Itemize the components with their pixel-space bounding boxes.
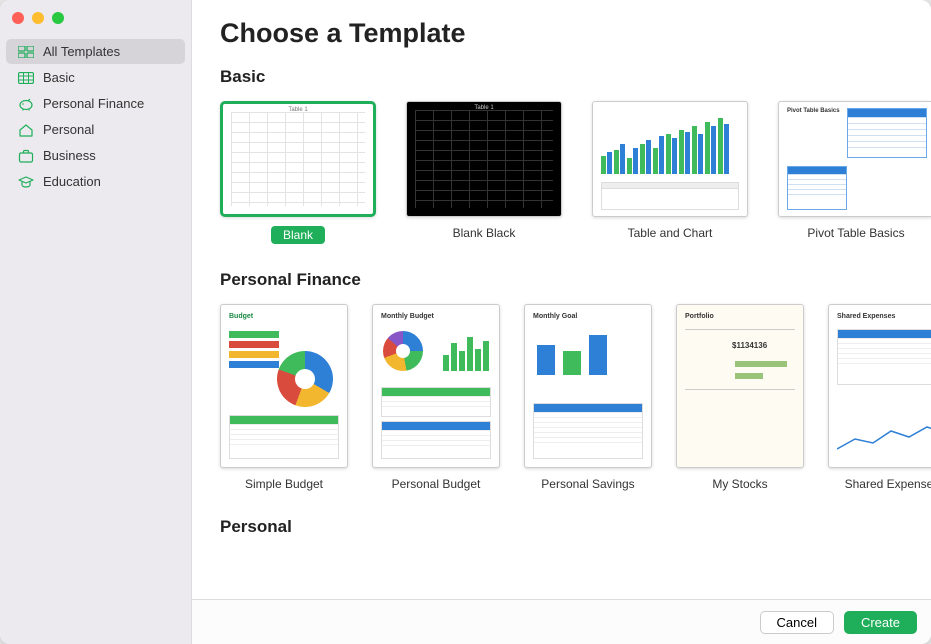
template-thumbnail: Table 1 (220, 101, 376, 217)
table-icon (847, 108, 927, 158)
template-thumbnail: Shared Expenses (828, 304, 931, 468)
template-thumbnail: Table 1 (406, 101, 562, 217)
sidebar-item-label: All Templates (43, 44, 120, 59)
template-label: My Stocks (712, 477, 767, 491)
template-label: Pivot Table Basics (807, 226, 904, 240)
template-table-and-chart[interactable]: Table and Chart (592, 101, 748, 244)
section-title-personal-finance: Personal Finance (220, 270, 931, 290)
sidebar-item-business[interactable]: Business (6, 143, 185, 168)
donut-chart-icon (383, 331, 423, 371)
home-icon (18, 123, 34, 137)
create-button[interactable]: Create (844, 611, 917, 634)
zoom-window-button[interactable] (52, 12, 64, 24)
template-personal-budget[interactable]: Monthly Budget Personal Budget (372, 304, 500, 491)
sidebar-item-label: Education (43, 174, 101, 189)
sidebar-item-education[interactable]: Education (6, 169, 185, 194)
footer: Cancel Create (192, 599, 931, 644)
template-pivot-table-basics[interactable]: Pivot Table Basics Pivot Table Basics (778, 101, 931, 244)
template-label: Table and Chart (628, 226, 713, 240)
donut-chart-icon (277, 351, 333, 407)
close-window-button[interactable] (12, 12, 24, 24)
template-thumbnail: Pivot Table Basics (778, 101, 931, 217)
template-my-stocks[interactable]: Portfolio $1134136 My Stocks (676, 304, 804, 491)
grid-icon (18, 45, 34, 59)
template-thumbnail: Budget (220, 304, 348, 468)
window-controls (0, 8, 191, 38)
sidebar-item-all-templates[interactable]: All Templates (6, 39, 185, 64)
template-row-basic: Table 1 Blank Table 1 Blank Black (220, 101, 931, 244)
template-label: Blank (271, 226, 325, 244)
template-chooser-window: All Templates Basic Personal Finance Per… (0, 0, 931, 644)
sidebar-item-personal-finance[interactable]: Personal Finance (6, 91, 185, 116)
minimize-window-button[interactable] (32, 12, 44, 24)
template-label: Simple Budget (245, 477, 323, 491)
cancel-button[interactable]: Cancel (760, 611, 834, 634)
template-scroll-area[interactable]: Choose a Template Basic Table 1 Blank Ta… (192, 0, 931, 599)
sidebar-item-personal[interactable]: Personal (6, 117, 185, 142)
line-chart-icon (837, 421, 931, 457)
template-label: Personal Budget (392, 477, 481, 491)
sidebar: All Templates Basic Personal Finance Per… (0, 0, 192, 644)
piggy-bank-icon (18, 97, 34, 111)
sidebar-item-basic[interactable]: Basic (6, 65, 185, 90)
sidebar-item-label: Business (43, 148, 96, 163)
template-blank-black[interactable]: Table 1 Blank Black (406, 101, 562, 244)
page-title: Choose a Template (220, 18, 931, 49)
main-panel: Choose a Template Basic Table 1 Blank Ta… (192, 0, 931, 644)
template-thumbnail: Portfolio $1134136 (676, 304, 804, 468)
bar-chart-icon (537, 331, 607, 375)
template-blank[interactable]: Table 1 Blank (220, 101, 376, 244)
template-label: Blank Black (453, 226, 516, 240)
bar-chart-icon (443, 331, 489, 371)
template-label: Personal Savings (541, 477, 634, 491)
graduation-cap-icon (18, 175, 34, 189)
spreadsheet-icon (18, 71, 34, 85)
template-row-personal-finance: Budget Simple Budget Monthly Budget (220, 304, 931, 491)
template-personal-savings[interactable]: Monthly Goal Personal Savings (524, 304, 652, 491)
sidebar-item-label: Personal Finance (43, 96, 144, 111)
template-shared-expenses[interactable]: Shared Expenses Shared Expenses (828, 304, 931, 491)
template-thumbnail: Monthly Goal (524, 304, 652, 468)
section-title-personal: Personal (220, 517, 931, 537)
briefcase-icon (18, 149, 34, 163)
template-thumbnail: Monthly Budget (372, 304, 500, 468)
template-label: Shared Expenses (845, 477, 931, 491)
sidebar-item-label: Personal (43, 122, 94, 137)
template-thumbnail (592, 101, 748, 217)
template-simple-budget[interactable]: Budget Simple Budget (220, 304, 348, 491)
sidebar-item-label: Basic (43, 70, 75, 85)
section-title-basic: Basic (220, 67, 931, 87)
chart-icon (601, 114, 739, 174)
